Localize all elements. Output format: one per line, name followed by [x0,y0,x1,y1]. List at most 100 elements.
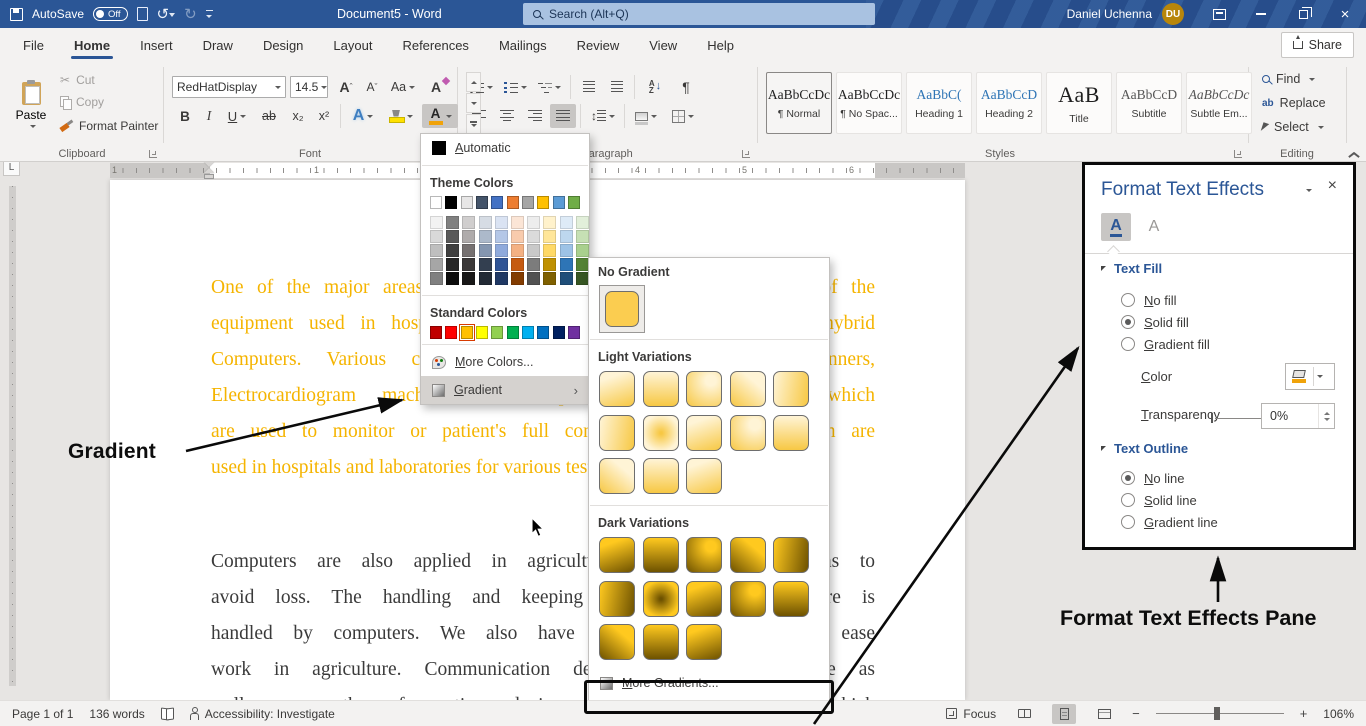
light-gradient-swatch[interactable] [643,371,679,407]
styles-scroll-down[interactable] [466,93,481,113]
focus-mode-button[interactable]: Focus [946,707,996,721]
indent-markers[interactable] [204,162,214,184]
dark-gradient-swatch[interactable] [730,581,766,617]
theme-variation-swatch[interactable] [543,258,556,271]
theme-variation-swatch[interactable] [527,244,540,257]
shrink-font-button[interactable]: Aˇ [360,75,384,99]
shading-button[interactable] [630,104,662,128]
menu-item-automatic[interactable]: Automatic [421,134,589,162]
word-count[interactable]: 136 words [89,707,144,721]
undo-button[interactable]: ↺ [157,7,176,22]
style-card--normal[interactable]: AaBbCcDc¶ Normal [766,72,832,134]
theme-variation-swatch[interactable] [560,258,573,271]
theme-color-swatch[interactable] [476,196,488,209]
numbering-button[interactable] [500,75,530,99]
theme-variation-swatch[interactable] [511,216,524,229]
standard-color-swatch[interactable] [522,326,534,339]
close-button[interactable]: × [1324,0,1366,28]
radio-icon[interactable] [1121,293,1135,307]
slider-handle[interactable] [1211,413,1213,423]
multilevel-list-button[interactable] [534,75,564,99]
theme-variation-swatch[interactable] [430,216,443,229]
copy-button[interactable]: Copy [60,92,104,112]
tab-text-effects[interactable]: A [1139,213,1169,241]
find-button[interactable]: Find [1262,68,1315,90]
tab-review[interactable]: Review [562,28,635,62]
new-document-icon[interactable] [137,7,148,21]
theme-variation-swatch[interactable] [479,244,492,257]
theme-color-swatch[interactable] [522,196,534,209]
theme-variation-swatch[interactable] [527,230,540,243]
highlight-color-button[interactable] [384,104,418,128]
standard-color-swatch[interactable] [537,326,549,339]
font-name-combobox[interactable]: RedHatDisplay [172,76,286,98]
dark-gradient-swatch[interactable] [643,581,679,617]
strikethrough-button[interactable]: ab [256,104,282,128]
autosave-toggle[interactable]: Off [93,7,128,21]
theme-variation-swatch[interactable] [576,244,589,257]
light-gradient-swatch[interactable] [599,371,635,407]
standard-color-swatch[interactable] [491,326,503,339]
standard-color-swatch[interactable] [553,326,565,339]
radio-icon[interactable] [1121,493,1135,507]
theme-variation-swatch[interactable] [560,272,573,285]
theme-variation-swatch[interactable] [543,244,556,257]
italic-button[interactable]: I [198,104,220,128]
style-card-subtitle[interactable]: AaBbCcDSubtitle [1116,72,1182,134]
share-button[interactable]: Share [1281,32,1354,58]
tab-layout[interactable]: Layout [318,28,387,62]
tab-help[interactable]: Help [692,28,749,62]
cut-button[interactable]: ✂ Cut [60,70,95,90]
theme-variation-swatch[interactable] [462,244,475,257]
dark-gradient-swatch[interactable] [730,537,766,573]
standard-color-swatch[interactable] [507,326,519,339]
font-size-combobox[interactable]: 14.5 [290,76,328,98]
light-gradient-swatch[interactable] [730,415,766,451]
theme-variation-swatch[interactable] [462,230,475,243]
restore-button[interactable] [1282,0,1324,28]
dark-gradient-swatch[interactable] [686,624,722,660]
dark-gradient-swatch[interactable] [773,537,809,573]
tab-mailings[interactable]: Mailings [484,28,562,62]
theme-variation-swatch[interactable] [527,216,540,229]
radio-icon[interactable] [1121,515,1135,529]
bold-button[interactable]: B [174,104,196,128]
fill-option-solid-fill[interactable]: Solid fill [1121,311,1210,333]
theme-variation-swatch[interactable] [430,258,443,271]
proofing-status[interactable] [161,708,174,719]
dark-gradient-swatch[interactable] [599,624,635,660]
theme-variation-swatch[interactable] [560,244,573,257]
light-gradient-swatch[interactable] [686,458,722,494]
light-gradient-swatch[interactable] [599,458,635,494]
replace-button[interactable]: ab Replace [1262,92,1326,114]
select-button[interactable]: Select [1262,116,1324,138]
save-icon[interactable] [10,8,23,21]
zoom-in-button[interactable]: + [1300,706,1308,721]
theme-variation-swatch[interactable] [511,244,524,257]
ribbon-display-options-button[interactable] [1198,0,1240,28]
standard-color-swatch[interactable] [568,326,580,339]
no-gradient-swatch-selected[interactable] [599,285,645,333]
theme-variation-swatch[interactable] [430,272,443,285]
dark-gradient-swatch[interactable] [686,581,722,617]
theme-color-swatch[interactable] [461,196,473,209]
standard-color-swatch[interactable] [445,326,457,339]
increase-indent-button[interactable] [604,75,630,99]
theme-variation-swatch[interactable] [511,258,524,271]
dark-gradient-swatch[interactable] [773,581,809,617]
clear-formatting-button[interactable]: A [424,75,448,99]
transparency-spinner[interactable]: 0% [1261,403,1335,429]
superscript-button[interactable]: x² [312,104,336,128]
dark-gradient-swatch[interactable] [643,537,679,573]
theme-variation-swatch[interactable] [446,216,459,229]
dark-gradient-swatch[interactable] [599,537,635,573]
underline-button[interactable]: U [222,104,252,128]
theme-variation-swatch[interactable] [462,258,475,271]
menu-item-more-colors[interactable]: More Colors... [421,348,589,376]
theme-variation-swatch[interactable] [543,216,556,229]
theme-variation-swatch[interactable] [495,230,508,243]
theme-variation-swatch[interactable] [576,258,589,271]
menu-item-gradient[interactable]: Gradient › [421,376,589,404]
tab-view[interactable]: View [634,28,692,62]
zoom-slider-handle[interactable] [1214,707,1220,720]
